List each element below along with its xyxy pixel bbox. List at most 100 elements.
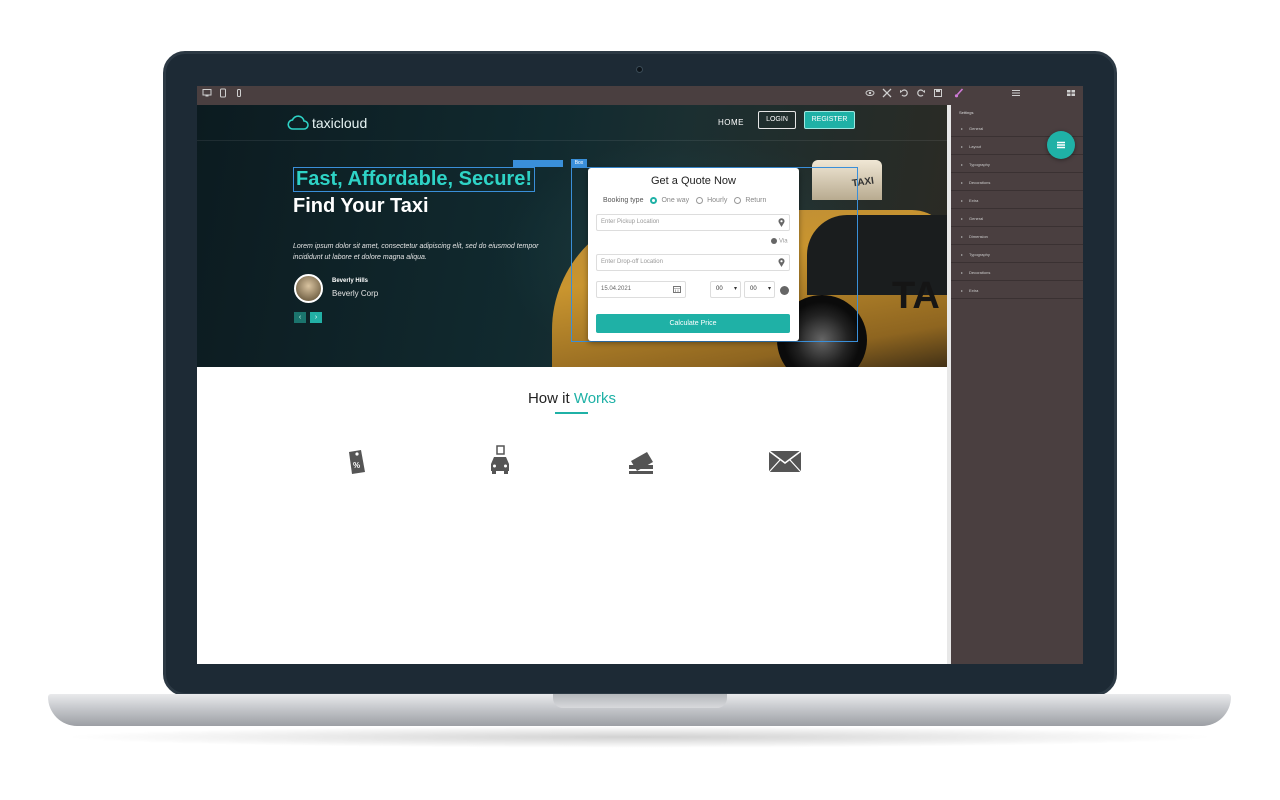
caret-right-icon: ▸ [961,162,964,167]
laptop-notch [553,694,727,708]
caret-right-icon: ▸ [961,144,964,149]
panel-item-decorations[interactable]: ▸ Decorations [951,174,1083,191]
caret-right-icon: ▸ [961,198,964,203]
hour-select[interactable]: 00 ▾ [710,281,741,298]
testimonial-company: Beverly Corp [332,289,379,298]
panel-item-label: Decorations [969,270,991,275]
redo-icon[interactable] [915,88,927,102]
taxi-door-letters: TA [892,275,940,317]
hour-value: 00 [716,286,723,292]
via-label: Via [779,238,788,245]
desktop-icon[interactable] [201,88,213,102]
slider-next-button[interactable]: › [310,312,322,323]
map-pin-icon [778,218,785,227]
envelope-icon [767,444,802,478]
tablet-icon[interactable] [217,88,229,102]
cloud-icon [287,115,309,130]
caret-right-icon: ▸ [961,288,964,293]
login-button[interactable]: LOGIN [758,111,796,129]
booking-type-row: Booking type One way Hourly Return [603,197,766,204]
date-value: 15.04.2021 [601,286,632,292]
hero-headline-selected[interactable]: Fast, Affordable, Secure! [293,167,535,192]
option-one-way[interactable]: One way [661,197,689,204]
eye-icon[interactable] [864,88,876,102]
caret-right-icon: ▸ [961,126,964,131]
minute-select[interactable]: 00 ▾ [744,281,775,298]
floating-menu-button[interactable] [1047,131,1075,159]
panel-item-label: Decorations [969,180,991,185]
calendar-icon [673,285,681,294]
slider-prev-button[interactable]: ‹ [294,312,306,323]
option-hourly[interactable]: Hourly [707,197,727,204]
car-booking-icon [483,444,517,478]
dropoff-placeholder: Enter Drop-off Location [601,259,663,265]
radio-return[interactable] [734,197,742,204]
svg-text:%: % [353,461,360,470]
hero-description[interactable]: Lorem ipsum dolor sit amet, consectetur … [293,241,543,263]
editor-toolbar [197,86,1083,105]
how-it-works-title: How it Works [197,390,947,407]
selection-toolbar[interactable] [513,160,563,167]
panel-item-label: Typography [969,162,990,167]
panel-item-typography-2[interactable]: ▸ Typography [951,246,1083,263]
nav-home-link[interactable]: HOME [718,118,744,127]
grid-icon[interactable] [1065,88,1077,102]
calculate-price-button[interactable]: Calculate Price [596,314,790,333]
panel-item-decorations-2[interactable]: ▸ Decorations [951,264,1083,281]
settings-panel: Settings ▸ General ▸ Layout ▸ Typography ▸ D… [951,105,1083,664]
panel-item-extra[interactable]: ▸ Extra [951,192,1083,209]
how-title-main: How it [527,390,570,407]
panel-item-dimension[interactable]: ▸ Dimension [951,228,1083,245]
editor-canvas: TAXI TA taxicloud HOME LOGIN REGISTER Fa… [197,105,947,664]
panel-item-extra-2[interactable]: ▸ Extra [951,282,1083,299]
date-field[interactable]: 15.04.2021 [596,281,686,298]
undo-icon[interactable] [898,88,910,102]
panel-item-label: Typography [969,252,990,257]
panel-item-label: Extra [969,198,979,203]
mobile-icon[interactable] [233,88,245,102]
hero-subheadline[interactable]: Find Your Taxi [293,195,429,218]
payment-card-icon [625,444,659,478]
caret-right-icon: ▸ [961,234,964,239]
box-label-tag[interactable]: Box [571,159,587,167]
caret-right-icon: ▸ [961,270,964,275]
laptop-shadow [60,726,1220,748]
plus-circle-icon [771,238,777,244]
panel-item-general-2[interactable]: ▸ General [951,210,1083,227]
hero-section: TAXI TA taxicloud HOME LOGIN REGISTER Fa… [197,105,947,367]
how-title-accent: Works [573,390,617,407]
caret-right-icon: ▸ [961,252,964,257]
site-logo[interactable]: taxicloud [287,113,367,133]
quote-form: Get a Quote Now Booking type One way Hou… [588,168,799,341]
site-navbar: taxicloud HOME LOGIN REGISTER [197,105,947,141]
map-pin-icon [778,258,785,267]
avatar [294,274,323,303]
chevron-down-icon: ▾ [733,286,737,292]
clock-icon [780,286,789,295]
brush-icon[interactable] [953,88,965,102]
pickup-placeholder: Enter Pickup Location [601,219,660,225]
chevron-down-icon: ▾ [767,286,771,292]
dropoff-location-field[interactable]: Enter Drop-off Location [596,254,790,271]
panel-item-label: General [969,126,984,131]
webcam [636,66,643,73]
add-via-link[interactable]: Via [771,238,788,245]
option-return[interactable]: Return [745,197,766,204]
radio-hourly[interactable] [696,197,704,204]
panel-title: Settings [959,110,974,115]
panel-item-label: Layout [969,144,982,149]
menu-icon[interactable] [1010,88,1022,102]
register-button[interactable]: REGISTER [804,111,855,129]
panel-item-label: General [969,216,984,221]
panel-item-label: Extra [969,288,979,293]
save-icon[interactable] [932,88,944,102]
caret-right-icon: ▸ [961,180,964,185]
panel-item-label: Dimension [969,234,988,239]
laptop-screen: TAXI TA taxicloud HOME LOGIN REGISTER Fa… [197,86,1083,664]
fullscreen-icon[interactable] [881,88,893,102]
pickup-location-field[interactable]: Enter Pickup Location [596,214,790,231]
testimonial-name: Beverly Hills [332,278,369,284]
radio-one-way[interactable] [650,197,658,204]
quote-title: Get a Quote Now [651,175,736,187]
menu-icon [1057,141,1065,149]
